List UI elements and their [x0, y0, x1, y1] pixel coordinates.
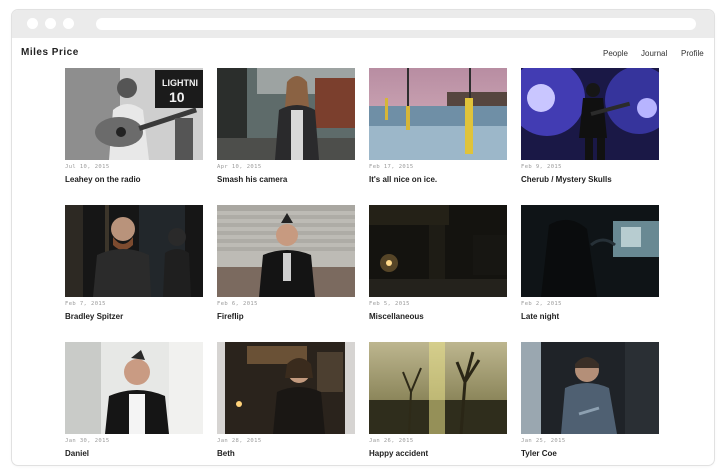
svg-text:10: 10 [169, 89, 185, 105]
svg-text:LIGHTNI: LIGHTNI [162, 78, 198, 88]
post-title[interactable]: Daniel [65, 449, 89, 458]
post-thumbnail[interactable]: LIGHTNI 10 [65, 68, 203, 160]
nav-people-link[interactable]: People [603, 49, 628, 58]
post-thumbnail[interactable] [217, 68, 355, 160]
post-date: Jul 10, 2015 [65, 164, 110, 170]
browser-window: Miles Price People Journal Profile LIGHT… [11, 9, 715, 466]
post-thumbnail[interactable] [369, 68, 507, 160]
post-thumbnail[interactable] [521, 342, 659, 434]
post-title[interactable]: Bradley Spitzer [65, 312, 123, 321]
post-title[interactable]: Miscellaneous [369, 312, 424, 321]
post-thumbnail[interactable] [369, 205, 507, 297]
post-title[interactable]: Late night [521, 312, 559, 321]
post-thumbnail[interactable] [217, 205, 355, 297]
post-title[interactable]: It's all nice on ice. [369, 175, 437, 184]
post-date: Jan 30, 2015 [65, 438, 110, 444]
post-date: Jan 28, 2015 [217, 438, 262, 444]
post-title[interactable]: Leahey on the radio [65, 175, 141, 184]
window-minimize-dot[interactable] [45, 18, 56, 29]
post-title[interactable]: Happy accident [369, 449, 428, 458]
post-thumbnail[interactable] [65, 342, 203, 434]
window-zoom-dot[interactable] [63, 18, 74, 29]
post-title[interactable]: Cherub / Mystery Skulls [521, 175, 612, 184]
post-thumbnail[interactable] [369, 342, 507, 434]
browser-toolbar [12, 10, 714, 38]
window-close-dot[interactable] [27, 18, 38, 29]
post-date: Feb 6, 2015 [217, 301, 258, 307]
post-title[interactable]: Smash his camera [217, 175, 287, 184]
post-date: Jan 25, 2015 [521, 438, 566, 444]
post-date: Feb 17, 2015 [369, 164, 414, 170]
post-title[interactable]: Beth [217, 449, 235, 458]
post-title[interactable]: Tyler Coe [521, 449, 557, 458]
nav-journal-link[interactable]: Journal [641, 49, 667, 58]
post-date: Feb 5, 2015 [369, 301, 410, 307]
address-bar[interactable] [96, 18, 696, 30]
post-thumbnail[interactable] [521, 205, 659, 297]
post-thumbnail[interactable] [65, 205, 203, 297]
post-thumbnail[interactable] [217, 342, 355, 434]
post-date: Feb 7, 2015 [65, 301, 106, 307]
post-thumbnail[interactable] [521, 68, 659, 160]
post-date: Apr 10, 2015 [217, 164, 262, 170]
site-title[interactable]: Miles Price [21, 47, 79, 58]
post-date: Jan 26, 2015 [369, 438, 414, 444]
post-date: Feb 9, 2015 [521, 164, 562, 170]
post-title[interactable]: Fireflip [217, 312, 244, 321]
nav-profile-link[interactable]: Profile [681, 49, 704, 58]
post-date: Feb 2, 2015 [521, 301, 562, 307]
